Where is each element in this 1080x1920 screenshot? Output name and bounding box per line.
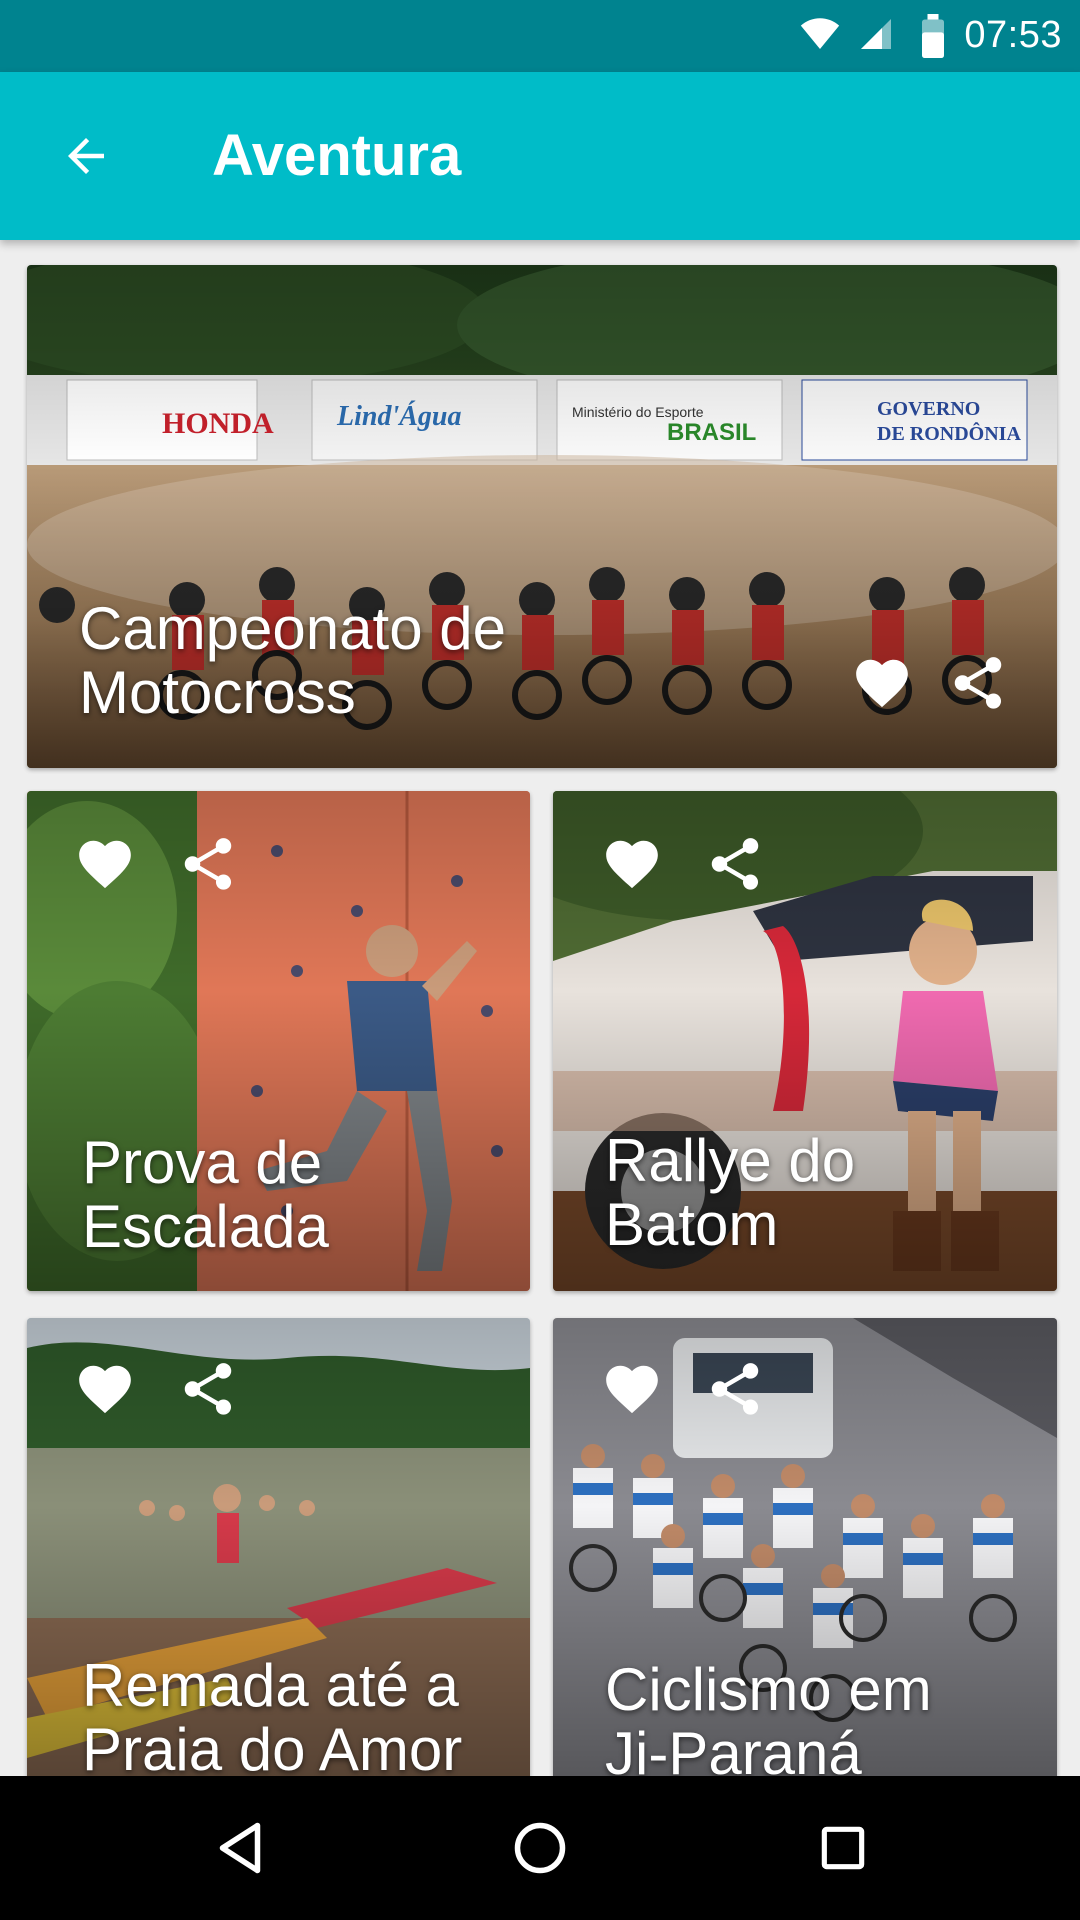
- event-title-line-2: Escalada: [82, 1193, 329, 1260]
- share-icon: [184, 1363, 232, 1415]
- share-button[interactable]: [700, 829, 770, 899]
- event-title: Remada até a Praia do Amor: [82, 1652, 463, 1777]
- heart-icon: [606, 1365, 658, 1414]
- event-card-motocross[interactable]: HONDA Lind'Água Ministério do Esporte BR…: [27, 265, 1057, 768]
- event-card-escalada[interactable]: Prova de Escalada: [27, 791, 530, 1291]
- event-title-line-1: Prova de: [82, 1129, 323, 1196]
- event-title: Prova de Escalada: [82, 1131, 329, 1259]
- heart-icon: [606, 840, 658, 889]
- event-title: Rallye do Batom: [605, 1129, 855, 1257]
- event-title-line-2: Motocross: [79, 659, 356, 726]
- share-icon: [954, 657, 1002, 709]
- event-title-line-1: Rallye do: [605, 1127, 856, 1194]
- favorite-button[interactable]: [597, 829, 667, 899]
- share-button[interactable]: [173, 829, 243, 899]
- home-circle-icon: [514, 1822, 566, 1874]
- event-card-remada[interactable]: Remada até a Praia do Amor: [27, 1318, 530, 1776]
- battery-icon: [922, 14, 944, 58]
- event-title-line-1: Remada até a: [82, 1652, 459, 1719]
- event-title: Campeonato de Motocross: [79, 597, 506, 725]
- share-icon: [184, 838, 232, 890]
- heart-icon: [856, 659, 908, 708]
- status-bar: 07:53: [0, 0, 1080, 72]
- event-title: Ciclismo em Ji-Paraná: [605, 1656, 932, 1777]
- events-grid: HONDA Lind'Água Ministério do Esporte BR…: [0, 240, 1080, 1776]
- favorite-button[interactable]: [597, 1354, 667, 1424]
- share-button[interactable]: [173, 1354, 243, 1424]
- share-icon: [711, 838, 759, 890]
- nav-recents-button[interactable]: [803, 1808, 883, 1888]
- back-button[interactable]: [50, 120, 122, 192]
- event-title-line-2: Praia do Amor: [82, 1716, 463, 1777]
- heart-icon: [79, 1365, 131, 1414]
- system-nav-bar: [0, 1776, 1080, 1920]
- event-title-line-1: Ciclismo em: [605, 1656, 932, 1723]
- event-title-line-2: Ji-Paraná: [605, 1720, 862, 1777]
- signal-icon: [861, 19, 891, 49]
- event-card-ciclismo[interactable]: Ciclismo em Ji-Paraná: [553, 1318, 1057, 1776]
- share-icon: [711, 1363, 759, 1415]
- share-button[interactable]: [943, 648, 1013, 718]
- app-bar: Aventura: [0, 72, 1080, 240]
- nav-home-button[interactable]: [500, 1808, 580, 1888]
- event-title-line-1: Campeonato de: [79, 595, 506, 662]
- nav-back-button[interactable]: [200, 1808, 280, 1888]
- wifi-icon: [800, 18, 840, 49]
- recents-square-icon: [821, 1826, 865, 1870]
- favorite-button[interactable]: [70, 1354, 140, 1424]
- back-triangle-icon: [219, 1822, 261, 1874]
- favorite-button[interactable]: [847, 648, 917, 718]
- heart-icon: [79, 840, 131, 889]
- page-title: Aventura: [212, 123, 462, 188]
- event-title-line-2: Batom: [605, 1191, 779, 1258]
- status-clock: 07:53: [964, 14, 1062, 56]
- favorite-button[interactable]: [70, 829, 140, 899]
- share-button[interactable]: [700, 1354, 770, 1424]
- arrow-back-icon: [68, 138, 104, 174]
- event-card-rallye[interactable]: Rallye do Batom: [553, 791, 1057, 1291]
